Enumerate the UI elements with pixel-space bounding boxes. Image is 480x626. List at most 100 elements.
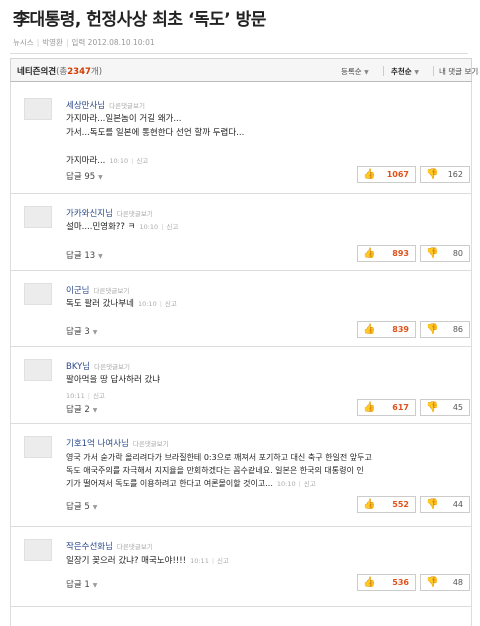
thumbs-up-icon: 👍 xyxy=(363,402,376,413)
reply-label: 답글 xyxy=(66,405,82,415)
upvote-count: 552 xyxy=(392,500,409,509)
downvote-button[interactable]: 👎 80 xyxy=(420,245,470,262)
thumbs-down-icon: 👎 xyxy=(426,169,439,180)
comment-text: 설마....민영화?? ㅋ 10:10 | 신고 xyxy=(66,220,178,234)
comment-author[interactable]: 이군님 다른댓글보기 xyxy=(66,284,129,296)
report-link[interactable]: 신고 xyxy=(93,392,105,400)
more-comments-link[interactable]: 다른댓글보기 xyxy=(113,210,153,218)
thumbs-down-icon: 👎 xyxy=(426,248,439,259)
caret-down-icon: ▼ xyxy=(98,253,103,260)
report-link[interactable]: 신고 xyxy=(165,300,177,308)
downvote-button[interactable]: 👎 45 xyxy=(420,399,470,416)
comment-line-text: 가지마라... xyxy=(66,156,106,166)
more-comments-link[interactable]: 다른댓글보기 xyxy=(105,102,145,110)
thumbs-down-icon: 👎 xyxy=(426,499,439,510)
meta-divider: | xyxy=(211,557,215,565)
comments-title-label: 네티즌의견 xyxy=(17,67,57,77)
comment-text: 팔아먹을 땅 답사하러 갔냐 xyxy=(66,373,160,387)
comment-line: 독도 팔러 갔나부네 10:10 | 신고 xyxy=(66,297,177,311)
my-comments-label: 내 댓글 보기 xyxy=(439,67,479,76)
comment-author[interactable]: 가카와신지님 다른댓글보기 xyxy=(66,207,153,219)
comment-meta: 10:10 | 신고 xyxy=(134,300,177,308)
article-date: 2012.08.10 10:01 xyxy=(87,38,155,47)
author-name: 이군님 xyxy=(66,286,90,296)
reply-toggle[interactable]: 답글 13 ▼ xyxy=(66,249,103,261)
more-comments-link[interactable]: 다른댓글보기 xyxy=(90,363,130,371)
upvote-count: 893 xyxy=(392,249,409,258)
reply-toggle[interactable]: 답글 5 ▼ xyxy=(66,500,97,512)
comment-author[interactable]: BKY님 다른댓글보기 xyxy=(66,360,130,372)
thumbs-up-icon: 👍 xyxy=(363,499,376,510)
reply-toggle[interactable]: 답글 1 ▼ xyxy=(66,578,97,590)
comment-line: 영국 가서 숟가락 올리려다가 브라질한테 0:3으로 깨져서 포기하고 대신 … xyxy=(66,453,372,462)
downvote-count: 162 xyxy=(447,170,463,179)
upvote-button[interactable]: 👍 617 xyxy=(357,399,416,416)
upvote-button[interactable]: 👍 893 xyxy=(357,245,416,262)
sort-divider xyxy=(383,66,384,76)
report-link[interactable]: 신고 xyxy=(304,480,316,488)
thumbs-up-icon: 👍 xyxy=(363,248,376,259)
downvote-count: 44 xyxy=(452,500,463,509)
comment-item: BKY님 다른댓글보기 팔아먹을 땅 답사하러 갔냐 10:11 | 신고 답글 2 ▼… xyxy=(11,347,471,424)
upvote-button[interactable]: 👍 552 xyxy=(357,496,416,513)
comment-line: 기가 떨어져서 독도를 이용하려고 한다고 여론몰이할 것이고... 10:10 |… xyxy=(66,477,372,491)
upvote-count: 617 xyxy=(392,403,409,412)
downvote-button[interactable]: 👎 48 xyxy=(420,574,470,591)
reply-toggle[interactable]: 답글 2 ▼ xyxy=(66,403,97,415)
downvote-button[interactable]: 👎 44 xyxy=(420,496,470,513)
reply-label: 답글 xyxy=(66,502,82,512)
avatar xyxy=(24,436,52,458)
comment-author[interactable]: 기호1억 나여사님 다른댓글보기 xyxy=(66,437,169,449)
comment-author[interactable]: 작은수선화님 다른댓글보기 xyxy=(66,540,153,552)
reply-count: 2 xyxy=(84,405,90,415)
comment-list: 세상만사님 다른댓글보기 가지마라...일본놈이 거길 왜가... 가서...독도… xyxy=(10,82,472,626)
comment-item: 기호1억 나여사님 다른댓글보기 영국 가서 숟가락 올리려다가 브라질한테 0:… xyxy=(11,424,471,527)
upvote-button[interactable]: 👍 1067 xyxy=(357,166,416,183)
meta-divider: | xyxy=(36,38,40,47)
author-name: 세상만사님 xyxy=(66,101,106,111)
upvote-button[interactable]: 👍 536 xyxy=(357,574,416,591)
caret-down-icon: ▼ xyxy=(364,69,369,76)
upvote-count: 536 xyxy=(392,578,409,587)
reply-count: 3 xyxy=(84,327,90,337)
comment-line-text: 일장기 꽂으러 갔냐? 매국노야!!!! xyxy=(66,556,187,566)
thumbs-up-icon: 👍 xyxy=(363,324,376,335)
reply-label: 답글 xyxy=(66,172,82,182)
article-headline: 李대통령, 헌정사상 최초 ‘독도’ 방문 xyxy=(13,10,266,30)
comment-line-text: 기가 떨어져서 독도를 이용하려고 한다고 여론몰이할 것이고... xyxy=(66,479,273,488)
report-link[interactable]: 신고 xyxy=(217,557,229,565)
author-name: 작은수선화님 xyxy=(66,542,113,552)
my-comments-button[interactable]: 내 댓글 보기 xyxy=(439,66,478,77)
comment-meta: 10:10 | 신고 xyxy=(273,480,316,488)
comment-line xyxy=(66,140,244,154)
sort-by-recommend-label: 추천순 xyxy=(391,67,412,76)
reply-toggle[interactable]: 답글 3 ▼ xyxy=(66,325,97,337)
meta-divider: | xyxy=(298,480,301,488)
report-link[interactable]: 신고 xyxy=(136,157,148,165)
sort-by-recommend-button[interactable]: 추천순 ▼ xyxy=(391,66,419,77)
comment-time: 10:10 xyxy=(139,223,159,231)
thumbs-up-icon: 👍 xyxy=(363,577,376,588)
avatar xyxy=(24,98,52,120)
comment-meta: 10:11 | 신고 xyxy=(186,557,229,565)
comment-count-suffix: 개) xyxy=(90,67,103,77)
downvote-button[interactable]: 👎 162 xyxy=(420,166,470,183)
more-comments-link[interactable]: 다른댓글보기 xyxy=(129,440,169,448)
comment-author[interactable]: 세상만사님 다른댓글보기 xyxy=(66,99,145,111)
reply-toggle[interactable]: 답글 95 ▼ xyxy=(66,170,103,182)
downvote-button[interactable]: 👎 86 xyxy=(420,321,470,338)
upvote-button[interactable]: 👍 839 xyxy=(357,321,416,338)
more-comments-link[interactable]: 다른댓글보기 xyxy=(89,287,129,295)
comment-count: (총2347개) xyxy=(56,67,102,77)
report-link[interactable]: 신고 xyxy=(166,223,178,231)
downvote-count: 45 xyxy=(452,403,463,412)
reply-count: 95 xyxy=(84,172,96,182)
more-comments-link[interactable]: 다른댓글보기 xyxy=(113,543,153,551)
comment-line: 가지마라... 10:10 | 신고 xyxy=(66,154,244,168)
reply-count: 5 xyxy=(84,502,90,512)
avatar xyxy=(24,206,52,228)
sort-by-date-button[interactable]: 등록순 ▼ xyxy=(341,66,369,77)
comment-time: 10:10 xyxy=(109,157,129,165)
article-reporter: 박영환 xyxy=(42,38,63,47)
comment-line: 가서...독도를 일본에 통현한다 선언 할까 두렵다... xyxy=(66,128,245,138)
